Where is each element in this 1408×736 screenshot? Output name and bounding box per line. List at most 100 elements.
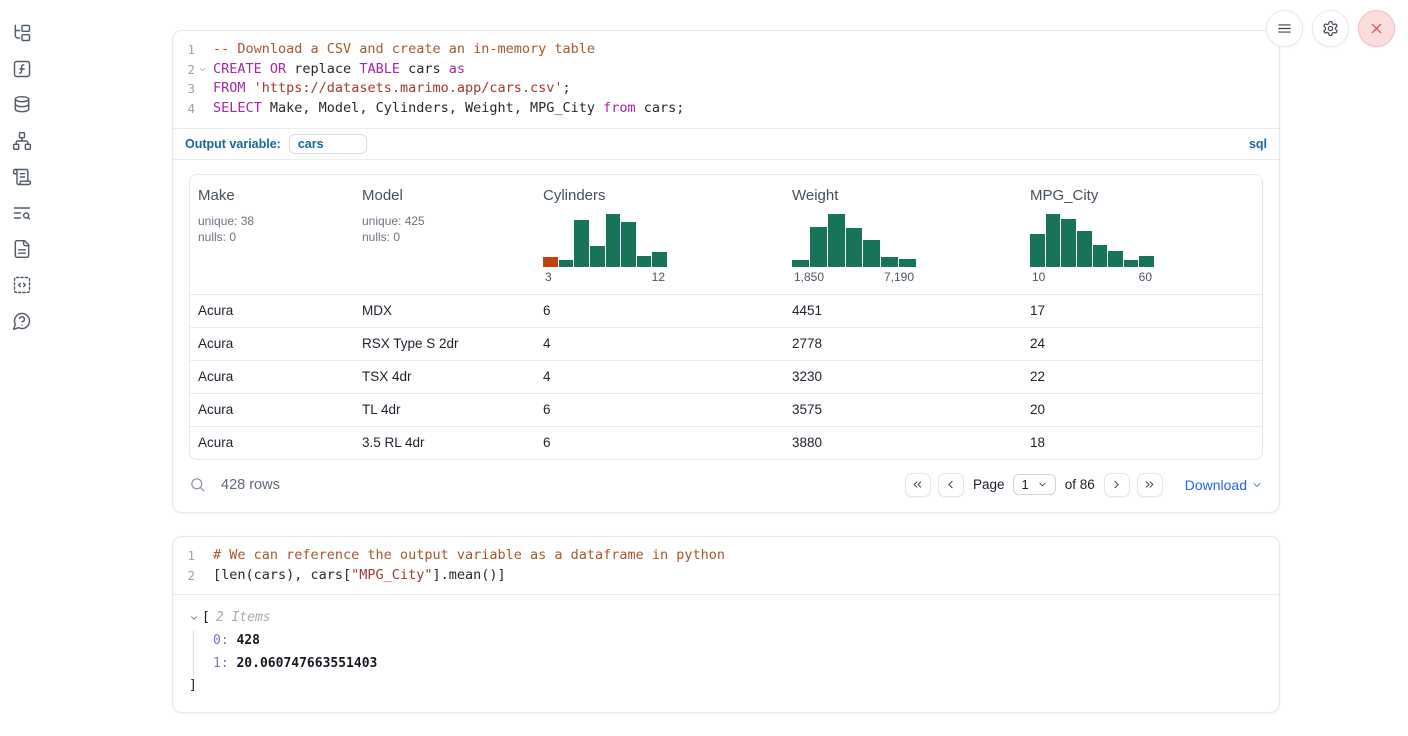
search-button[interactable] xyxy=(189,476,206,493)
download-button[interactable]: Download xyxy=(1185,477,1263,493)
sidebar-item-logs[interactable] xyxy=(11,202,33,223)
column-header-make[interactable]: Makeunique: 38nulls: 0 xyxy=(190,187,354,284)
collapse-toggle[interactable] xyxy=(189,613,199,623)
histogram-axis-labels: 1,8507,190 xyxy=(792,270,916,284)
axis-min-label: 3 xyxy=(545,270,552,284)
page-label: Page xyxy=(973,477,1005,492)
histogram-bar xyxy=(559,260,574,266)
sidebar-item-snippets[interactable] xyxy=(11,274,33,295)
histogram-bar xyxy=(652,252,667,267)
table-header: Makeunique: 38nulls: 0Modelunique: 425nu… xyxy=(190,175,1262,294)
sidebar-item-documentation[interactable] xyxy=(11,238,33,259)
download-label: Download xyxy=(1185,477,1247,493)
line-number: 1 xyxy=(173,546,195,566)
column-header-weight[interactable]: Weight1,8507,190 xyxy=(784,187,1022,284)
output-variable-input[interactable] xyxy=(289,134,367,154)
table-cell: 22 xyxy=(1022,369,1262,384)
table-row: Acura3.5 RL 4dr6388018 xyxy=(190,426,1262,459)
result-list-header: [ 2 Items xyxy=(189,608,1263,628)
table-row: AcuraTSX 4dr4323022 xyxy=(190,360,1262,393)
items-count: 2 Items xyxy=(216,608,271,628)
settings-button[interactable] xyxy=(1312,10,1349,47)
table-cell: 6 xyxy=(535,303,784,318)
data-table: Makeunique: 38nulls: 0Modelunique: 425nu… xyxy=(189,174,1263,460)
close-icon xyxy=(1368,20,1385,37)
histogram-cylinders[interactable] xyxy=(543,214,667,267)
fold-gutter xyxy=(195,40,209,60)
histogram-bar xyxy=(881,257,898,267)
histogram-bar xyxy=(846,228,863,267)
result-item: 0: 428 xyxy=(213,630,1263,653)
line-number: 1 xyxy=(173,40,195,60)
sidebar-item-data-sources[interactable] xyxy=(11,94,33,115)
sidebar xyxy=(0,0,44,736)
fold-chevron-icon[interactable] xyxy=(195,60,209,80)
histogram-mpg_city[interactable] xyxy=(1030,214,1154,267)
table-cell: Acura xyxy=(190,303,354,318)
code-line: 2 [len(cars), cars["MPG_City"].mean()] xyxy=(173,566,1279,586)
menu-icon xyxy=(1276,20,1293,37)
sidebar-item-scratchpad[interactable] xyxy=(11,166,33,187)
chevron-down-icon xyxy=(1251,479,1263,491)
scroll-text-icon xyxy=(12,167,32,187)
page-select[interactable]: 1 xyxy=(1013,474,1055,495)
code-text: [len(cars), cars["MPG_City"].mean()] xyxy=(209,566,506,586)
table-cell: 3230 xyxy=(784,369,1022,384)
table-footer: 428 rows Page 1 of 86 Download xyxy=(173,460,1279,512)
sidebar-item-file-explorer[interactable] xyxy=(11,22,33,43)
histogram-bar xyxy=(1046,214,1061,267)
sidebar-item-help[interactable] xyxy=(11,310,33,331)
sidebar-item-variables[interactable] xyxy=(11,58,33,79)
column-header-mpg_city[interactable]: MPG_City1060 xyxy=(1022,187,1262,284)
table-cell: RSX Type S 2dr xyxy=(354,336,535,351)
line-number: 2 xyxy=(173,566,195,586)
result-items: 0: 4281: 20.060747663551403 xyxy=(193,630,1263,675)
sql-code-editor[interactable]: 1 -- Download a CSV and create an in-memo… xyxy=(173,31,1279,128)
sidebar-item-dependency-graph[interactable] xyxy=(11,130,33,151)
line-number: 3 xyxy=(173,79,195,99)
table-cell: MDX xyxy=(354,303,535,318)
table-cell: TSX 4dr xyxy=(354,369,535,384)
item-index: 0: xyxy=(213,633,229,648)
histogram-bar xyxy=(1124,260,1139,266)
table-cell: Acura xyxy=(190,435,354,450)
shutdown-button[interactable] xyxy=(1358,10,1395,47)
notebook-menu-button[interactable] xyxy=(1266,10,1303,47)
table-cell: Acura xyxy=(190,336,354,351)
close-bracket: ] xyxy=(189,675,1263,696)
language-badge: sql xyxy=(1249,137,1267,151)
histogram-axis-labels: 1060 xyxy=(1030,270,1154,284)
chevrons-right-icon xyxy=(1143,478,1156,491)
column-stats: unique: 38nulls: 0 xyxy=(198,213,346,246)
line-number: 2 xyxy=(173,60,195,80)
output-variable-label: Output variable: xyxy=(185,137,281,151)
code-line: 2CREATE OR replace TABLE cars as xyxy=(173,60,1279,80)
table-cell: 18 xyxy=(1022,435,1262,450)
column-header-cylinders[interactable]: Cylinders312 xyxy=(535,187,784,284)
python-code-editor[interactable]: 1 # We can reference the output variable … xyxy=(173,537,1279,594)
table-cell: 2778 xyxy=(784,336,1022,351)
histogram-weight[interactable] xyxy=(792,214,916,267)
code-text: FROM 'https://datasets.marimo.app/cars.c… xyxy=(209,79,571,99)
table-cell: 17 xyxy=(1022,303,1262,318)
code-text: -- Download a CSV and create an in-memor… xyxy=(209,40,595,60)
result-item: 1: 20.060747663551403 xyxy=(213,653,1263,676)
histogram-bar xyxy=(1077,231,1092,267)
first-page-button[interactable] xyxy=(905,473,931,497)
table-row: AcuraRSX Type S 2dr4277824 xyxy=(190,327,1262,360)
chevrons-left-icon xyxy=(911,478,924,491)
chevron-left-icon xyxy=(944,478,957,491)
histogram-bar xyxy=(637,256,652,267)
column-header-model[interactable]: Modelunique: 425nulls: 0 xyxy=(354,187,535,284)
previous-page-button[interactable] xyxy=(938,473,964,497)
code-square-icon xyxy=(12,275,32,295)
top-controls xyxy=(1266,10,1395,47)
search-icon xyxy=(189,476,206,493)
axis-max-label: 12 xyxy=(652,270,665,284)
python-cell: 1 # We can reference the output variable … xyxy=(172,536,1280,713)
code-text: # We can reference the output variable a… xyxy=(209,546,725,566)
histogram-bar xyxy=(863,240,880,267)
last-page-button[interactable] xyxy=(1137,473,1163,497)
next-page-button[interactable] xyxy=(1104,473,1130,497)
histogram-bar xyxy=(1108,251,1123,267)
